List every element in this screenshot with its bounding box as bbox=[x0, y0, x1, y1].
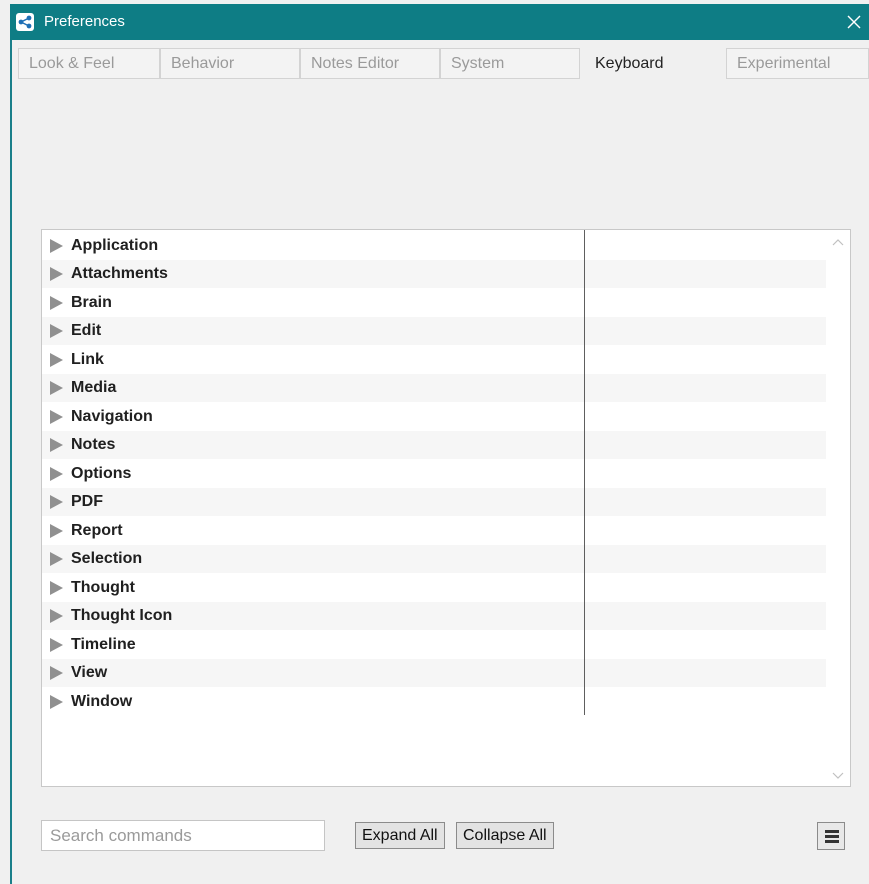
triangle-right-icon bbox=[50, 353, 63, 367]
command-group-window[interactable]: Window bbox=[42, 688, 826, 716]
title-bar[interactable]: Preferences bbox=[10, 4, 869, 40]
search-commands-input[interactable] bbox=[41, 820, 325, 851]
tab-behavior[interactable]: Behavior bbox=[160, 48, 300, 79]
triangle-right-icon bbox=[50, 524, 63, 538]
triangle-right-icon bbox=[50, 267, 63, 281]
triangle-right-icon bbox=[50, 695, 63, 709]
command-group-media[interactable]: Media bbox=[42, 374, 826, 402]
tab-look-and-feel[interactable]: Look & Feel bbox=[18, 48, 160, 79]
command-group-pdf[interactable]: PDF bbox=[42, 488, 826, 516]
command-group-view[interactable]: View bbox=[42, 659, 826, 687]
tab-label: Look & Feel bbox=[29, 55, 115, 72]
command-group-application[interactable]: Application bbox=[42, 232, 826, 260]
tab-label: Notes Editor bbox=[311, 55, 400, 72]
command-group-report[interactable]: Report bbox=[42, 517, 826, 545]
close-icon bbox=[847, 15, 861, 29]
command-group-selection[interactable]: Selection bbox=[42, 545, 826, 573]
tab-label: Experimental bbox=[737, 55, 831, 72]
triangle-right-icon bbox=[50, 552, 63, 566]
command-group-attachments[interactable]: Attachments bbox=[42, 260, 826, 288]
window-left-border bbox=[10, 40, 12, 884]
command-group-options[interactable]: Options bbox=[42, 460, 826, 488]
hamburger-menu-icon bbox=[825, 830, 839, 843]
triangle-right-icon bbox=[50, 410, 63, 424]
command-tree[interactable]: Application Attachments Brain Edit Link … bbox=[41, 229, 851, 787]
column-divider[interactable] bbox=[584, 230, 585, 715]
tab-system[interactable]: System bbox=[440, 48, 580, 79]
options-menu-button[interactable] bbox=[817, 822, 845, 850]
command-group-timeline[interactable]: Timeline bbox=[42, 631, 826, 659]
scroll-up-arrow-icon[interactable] bbox=[832, 238, 844, 246]
app-icon bbox=[16, 13, 34, 31]
scroll-down-arrow-icon[interactable] bbox=[832, 772, 844, 780]
close-button[interactable] bbox=[837, 4, 869, 40]
tab-bar: Look & Feel Behavior Notes Editor System… bbox=[18, 48, 869, 81]
command-group-notes[interactable]: Notes bbox=[42, 431, 826, 459]
triangle-right-icon bbox=[50, 438, 63, 452]
command-group-edit[interactable]: Edit bbox=[42, 317, 826, 345]
triangle-right-icon bbox=[50, 609, 63, 623]
tab-notes-editor[interactable]: Notes Editor bbox=[300, 48, 440, 79]
triangle-right-icon bbox=[50, 467, 63, 481]
collapse-all-button[interactable]: Collapse All bbox=[456, 822, 554, 849]
tab-label: Keyboard bbox=[595, 55, 664, 72]
command-group-link[interactable]: Link bbox=[42, 346, 826, 374]
triangle-right-icon bbox=[50, 495, 63, 509]
tab-keyboard[interactable]: Keyboard bbox=[580, 48, 726, 79]
triangle-right-icon bbox=[50, 239, 63, 253]
command-group-navigation[interactable]: Navigation bbox=[42, 403, 826, 431]
triangle-right-icon bbox=[50, 638, 63, 652]
tab-label: Behavior bbox=[171, 55, 235, 72]
command-group-brain[interactable]: Brain bbox=[42, 289, 826, 317]
preferences-window: Preferences Look & Feel Behavior Notes E… bbox=[0, 0, 869, 884]
tab-label: System bbox=[451, 55, 505, 72]
tab-experimental[interactable]: Experimental bbox=[726, 48, 869, 79]
command-group-thought-icon[interactable]: Thought Icon bbox=[42, 602, 826, 630]
triangle-right-icon bbox=[50, 581, 63, 595]
triangle-right-icon bbox=[50, 296, 63, 310]
command-group-thought[interactable]: Thought bbox=[42, 574, 826, 602]
triangle-right-icon bbox=[50, 381, 63, 395]
triangle-right-icon bbox=[50, 666, 63, 680]
window-title: Preferences bbox=[44, 13, 125, 30]
triangle-right-icon bbox=[50, 324, 63, 338]
expand-all-button[interactable]: Expand All bbox=[355, 822, 445, 849]
